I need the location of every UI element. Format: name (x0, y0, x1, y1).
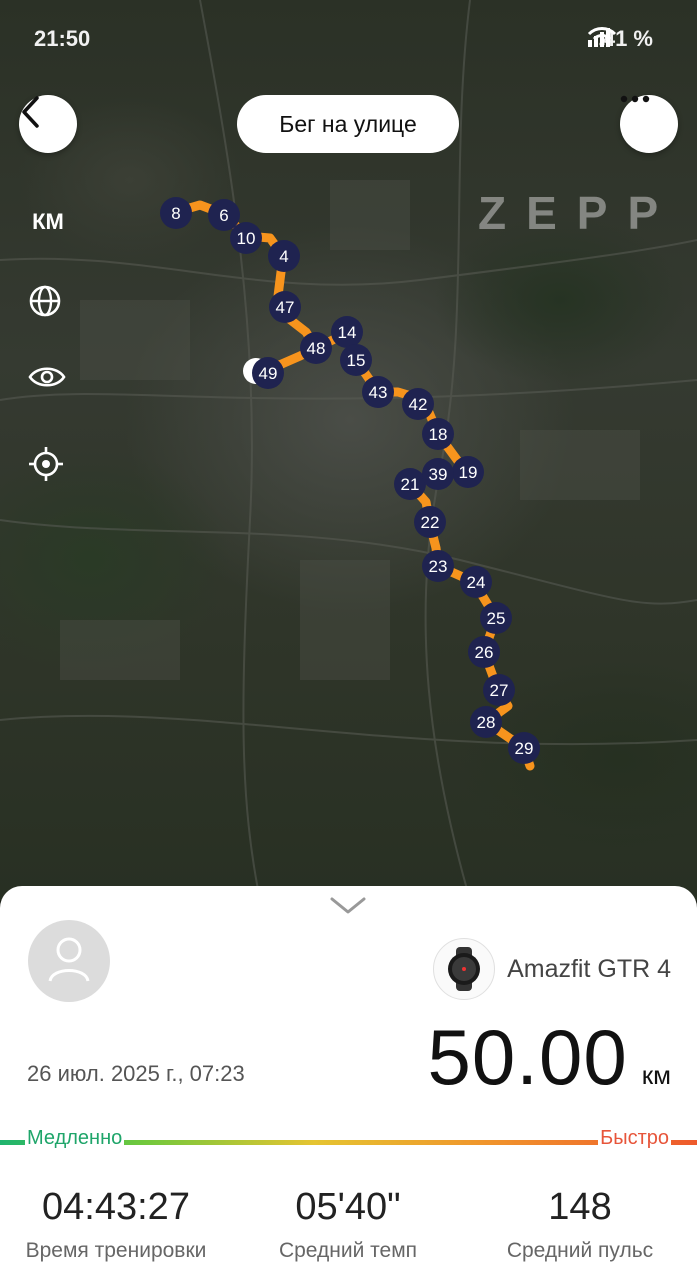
locate-button[interactable] (28, 446, 68, 486)
km-marker[interactable]: 18 (422, 418, 454, 450)
stat-workout-time: 04:43:27 Время тренировки (0, 1186, 232, 1263)
activity-type-title[interactable]: Бег на улице (237, 95, 459, 153)
km-marker-label: 43 (369, 383, 388, 402)
more-options-button[interactable] (620, 95, 678, 153)
status-time: 21:50 (34, 26, 91, 51)
km-marker-label: 10 (237, 229, 256, 248)
km-marker-label: 25 (487, 609, 506, 628)
km-marker[interactable]: 29 (508, 732, 540, 764)
route-map[interactable]: 8 6 10 4 47 14 48 15 49 43 42 18 19 21 39 22 23 24 25 26 27 2… (0, 0, 697, 900)
visibility-button[interactable] (28, 364, 68, 404)
device-info: Amazfit GTR 4 (433, 938, 671, 1000)
distance-value: 50.00 (427, 1013, 628, 1101)
km-marker-label: 29 (515, 739, 534, 758)
units-toggle-button[interactable]: КМ (28, 202, 68, 242)
km-marker[interactable]: 15 (340, 344, 372, 376)
avatar[interactable] (28, 920, 110, 1002)
km-marker-label: 28 (477, 713, 496, 732)
km-marker[interactable]: 43 (362, 376, 394, 408)
km-marker-label: 4 (279, 247, 288, 266)
km-marker[interactable]: 14 (331, 316, 363, 348)
stat-value: 05'40" (295, 1186, 401, 1228)
km-marker[interactable]: 39 (422, 458, 454, 490)
km-marker[interactable]: 8 (160, 197, 192, 229)
map-layer-button[interactable] (28, 284, 68, 324)
stat-label: Средний пульс (506, 1239, 654, 1262)
km-marker-label: 22 (421, 513, 440, 532)
km-marker-label: 18 (429, 425, 448, 444)
km-marker-label: 26 (475, 643, 494, 662)
km-marker-label: 49 (259, 364, 278, 383)
km-marker[interactable]: 10 (230, 222, 262, 254)
watch-icon (433, 938, 496, 1000)
km-marker[interactable]: 28 (470, 706, 502, 738)
km-marker-label: 39 (429, 465, 448, 484)
workout-date: 26 июл. 2025 г., 07:23 (27, 1061, 245, 1086)
status-icons: 41 % (587, 26, 653, 52)
km-marker[interactable]: 49 (252, 357, 284, 389)
km-marker-label: 23 (429, 557, 448, 576)
km-marker-label: 24 (467, 573, 486, 592)
pace-slow-label: Медленно (25, 1127, 125, 1150)
km-marker[interactable]: 23 (422, 550, 454, 582)
stat-average-heart-rate: 148 Средний пульс (464, 1186, 696, 1263)
km-marker-label: 21 (401, 475, 420, 494)
back-button[interactable] (19, 95, 77, 153)
km-marker-label: 8 (171, 204, 180, 223)
km-marker-label: 27 (490, 681, 509, 700)
km-marker[interactable]: 47 (269, 291, 301, 323)
km-marker-label: 19 (459, 463, 478, 482)
km-marker-label: 14 (338, 323, 357, 342)
km-marker[interactable]: 25 (480, 602, 512, 634)
km-marker[interactable]: 21 (394, 468, 426, 500)
km-marker-label: 47 (276, 298, 295, 317)
stat-value: 148 (548, 1186, 612, 1228)
km-marker-label: 48 (307, 339, 326, 358)
stat-value: 04:43:27 (42, 1186, 190, 1228)
workout-summary-sheet: Amazfit GTR 4 26 июл. 2025 г., 07:23 50.… (0, 886, 697, 1280)
route-line (171, 200, 535, 771)
user-icon (47, 935, 91, 988)
zepp-watermark: ZEPP (478, 187, 679, 239)
device-name: Amazfit GTR 4 (507, 954, 671, 983)
km-marker[interactable]: 22 (414, 506, 446, 538)
km-marker[interactable]: 4 (268, 240, 300, 272)
km-marker[interactable]: 27 (483, 674, 515, 706)
km-marker[interactable]: 24 (460, 566, 492, 598)
stat-label: Время тренировки (25, 1239, 207, 1262)
km-marker-label: 6 (219, 206, 228, 225)
km-marker-label: 42 (409, 395, 428, 414)
distance-unit: км (641, 1060, 671, 1090)
stat-label: Средний темп (278, 1239, 418, 1262)
km-marker[interactable]: 48 (300, 332, 332, 364)
km-marker-label: 15 (347, 351, 366, 370)
pace-fast-label: Быстро (598, 1127, 671, 1150)
workout-detail-screen: 8 6 10 4 47 14 48 15 49 43 42 18 19 21 39 22 23 24 25 26 27 2… (0, 0, 697, 1280)
km-marker[interactable]: 42 (402, 388, 434, 420)
chevron-down-icon (328, 897, 368, 920)
stat-average-pace: 05'40" Средний темп (232, 1186, 464, 1263)
status-bar: 21:50 41 % (0, 22, 697, 56)
collapse-handle[interactable] (328, 894, 368, 921)
distance-display: 50.00 км (428, 1012, 671, 1103)
km-marker[interactable]: 19 (452, 456, 484, 488)
pace-scale: Медленно Быстро (0, 1122, 697, 1152)
km-marker[interactable]: 26 (468, 636, 500, 668)
